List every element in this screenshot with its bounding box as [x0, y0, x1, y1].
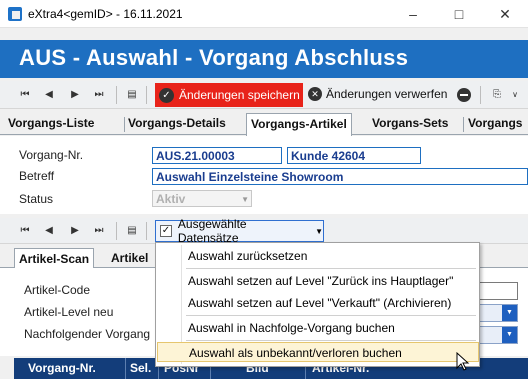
minimize-icon[interactable]: – [390, 0, 436, 28]
selection-context-menu: Auswahl zurücksetzen Auswahl setzen auf … [155, 242, 480, 367]
window-titlebar: eXtra4<gemID> - 16.11.2021 – □ ✕ [0, 0, 528, 28]
tab-artikel[interactable]: Artikel [111, 251, 148, 265]
chevron-down-icon: ▼ [502, 305, 517, 321]
tab-vorgangs-artikel[interactable]: Vorgangs-Artikel [246, 113, 352, 136]
save-changes-label: Änderungen speichern [179, 88, 300, 102]
tab-vorgangs-details[interactable]: Vorgangs-Details [128, 116, 226, 130]
save-icon: ✓ [159, 87, 174, 103]
remove-icon[interactable] [457, 88, 471, 102]
toolbar-divider [480, 86, 481, 104]
toolbar-divider [116, 222, 117, 240]
main-tabs: Vorgangs-Liste Vorgangs-Details Vorgangs… [0, 113, 528, 136]
window-title: eXtra4<gemID> - 16.11.2021 [28, 7, 183, 21]
page-title: AUS - Auswahl - Vorgang Abschluss [19, 45, 409, 70]
maximize-icon[interactable]: □ [436, 0, 482, 28]
first-record-icon[interactable]: ⏮ [18, 224, 32, 238]
toolbar-divider [116, 86, 117, 104]
prev-record-icon[interactable]: ◀ [42, 88, 56, 102]
list-view-icon[interactable]: ▤ [125, 88, 139, 102]
tab-vorgangs[interactable]: Vorgangs [468, 116, 522, 130]
next-record-icon[interactable]: ▶ [68, 88, 82, 102]
status-label: Status [19, 192, 54, 206]
chevron-down-icon: ▼ [502, 327, 517, 343]
save-changes-button[interactable]: ✓ Änderungen speichern [155, 83, 303, 107]
app-icon [8, 7, 22, 21]
secondary-toolbar: ⏮ ◀ ▶ ⏭ ▤ ✓ Ausgewählte Datensätze ▼ [0, 217, 528, 245]
prev-record-icon[interactable]: ◀ [42, 224, 56, 238]
menu-item-set-level-verkauft[interactable]: Auswahl setzen auf Level "Verkauft" (Arc… [183, 293, 475, 313]
menu-item-book-nachfolge[interactable]: Auswahl in Nachfolge-Vorgang buchen [183, 318, 475, 338]
toolbar-divider [146, 86, 147, 104]
menu-item-set-level-hauptlager[interactable]: Auswahl setzen auf Level "Zurück ins Hau… [183, 271, 475, 291]
list-view-icon[interactable]: ▤ [125, 224, 139, 238]
tab-artikel-scan[interactable]: Artikel-Scan [14, 248, 95, 269]
chevron-down-icon[interactable]: ∨ [508, 88, 522, 102]
page-header: AUS - Auswahl - Vorgang Abschluss [0, 40, 528, 78]
artikel-level-label: Artikel-Level neu [24, 305, 114, 319]
close-icon[interactable]: ✕ [482, 0, 528, 28]
tab-vorgans-sets[interactable]: Vorgans-Sets [372, 116, 448, 130]
vorgang-nr-field[interactable]: AUS.21.00003 [152, 147, 282, 164]
menu-divider [186, 315, 476, 316]
chevron-down-icon: ▼ [241, 195, 249, 204]
last-record-icon[interactable]: ⏭ [92, 88, 106, 102]
nachfolge-label: Nachfolgender Vorgang [24, 327, 151, 341]
status-value: Aktiv [156, 192, 186, 206]
menu-item-book-lost[interactable]: Auswahl als unbekannt/verloren buchen [157, 342, 479, 362]
tab-vorgangs-liste[interactable]: Vorgangs-Liste [8, 116, 94, 130]
selected-records-button[interactable]: ✓ Ausgewählte Datensätze ▼ [155, 217, 324, 245]
export-icon[interactable]: ⎘ [490, 88, 504, 102]
main-toolbar: ⏮ ◀ ▶ ⏭ ▤ ✓ Änderungen speichern ✕ Änder… [0, 81, 528, 109]
first-record-icon[interactable]: ⏮ [18, 88, 32, 102]
artikel-code-input[interactable] [478, 282, 518, 300]
menu-divider [186, 340, 476, 341]
status-select[interactable]: Aktiv ▼ [152, 190, 252, 207]
vorgang-nr-label: Vorgang-Nr. [19, 148, 84, 162]
discard-changes-button[interactable]: ✕ Änderungen verwerfen [308, 87, 447, 101]
mouse-cursor-icon [456, 352, 470, 371]
discard-changes-label: Änderungen verwerfen [326, 87, 448, 101]
selected-records-label: Ausgewählte Datensätze [177, 217, 247, 245]
nachfolge-select[interactable]: ▼ [478, 326, 518, 344]
checkbox-icon: ✓ [160, 225, 172, 237]
column-header[interactable]: Vorgang-Nr. [28, 361, 96, 375]
kunde-field[interactable]: Kunde 42604 [287, 147, 421, 164]
betreff-field[interactable]: Auswahl Einzelsteine Showroom [152, 168, 528, 185]
menu-item-reset-selection[interactable]: Auswahl zurücksetzen [183, 246, 475, 266]
last-record-icon[interactable]: ⏭ [92, 224, 106, 238]
vorgang-form: Vorgang-Nr. AUS.21.00003 Kunde 42604 Bet… [0, 136, 528, 214]
chevron-down-icon: ▼ [315, 226, 323, 236]
toolbar-divider [146, 222, 147, 240]
next-record-icon[interactable]: ▶ [68, 224, 82, 238]
betreff-label: Betreff [19, 169, 55, 183]
column-header[interactable]: Sel. [130, 361, 151, 375]
artikel-level-select[interactable]: ▼ [478, 304, 518, 322]
artikel-code-label: Artikel-Code [24, 283, 91, 297]
menu-divider [186, 268, 476, 269]
discard-icon: ✕ [308, 87, 322, 101]
